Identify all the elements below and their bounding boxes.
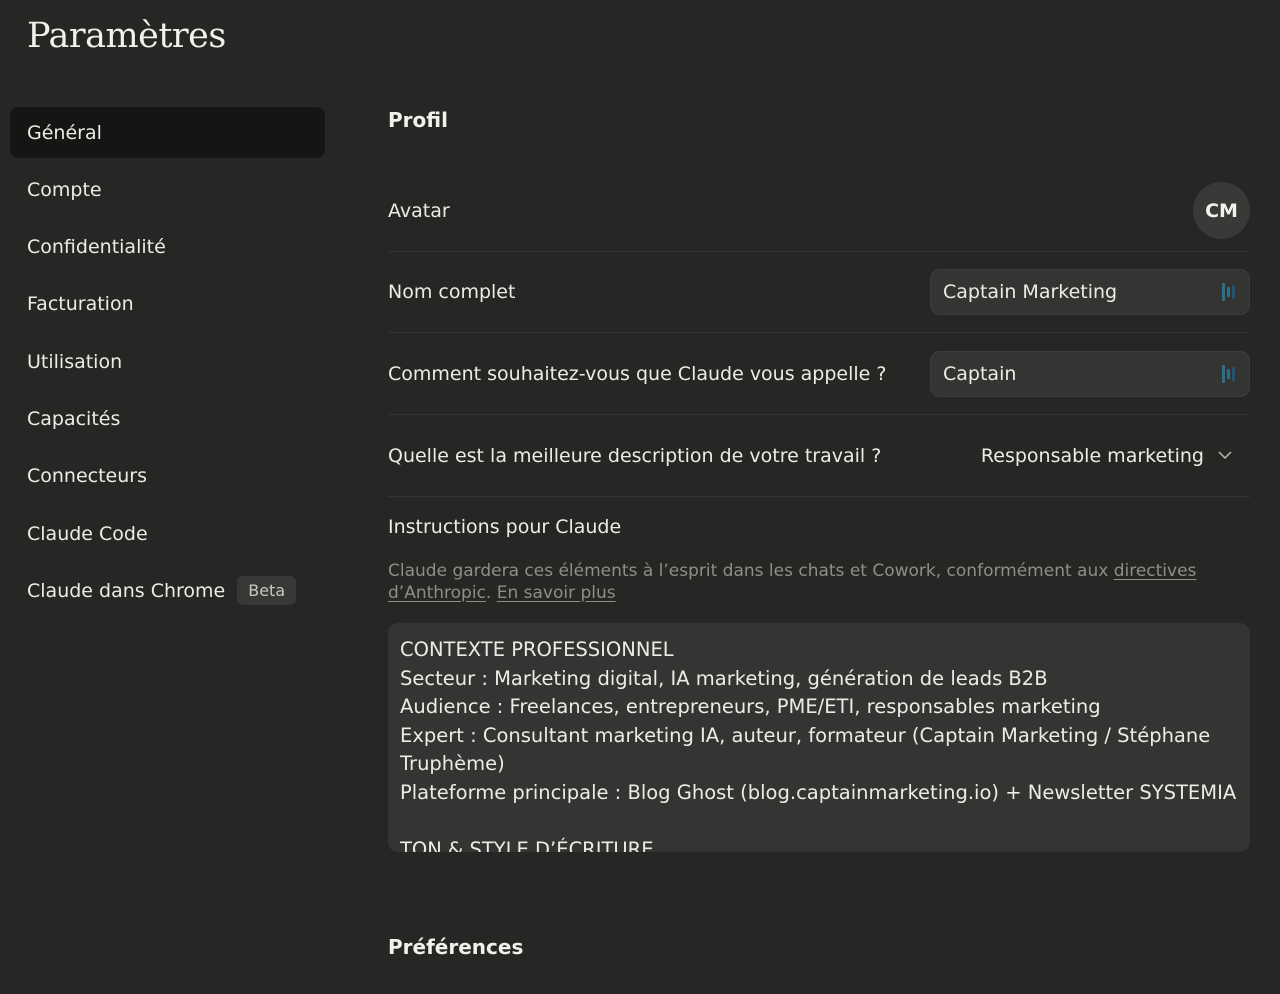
chevron-down-icon — [1218, 451, 1232, 460]
sidebar-item-label: Capacités — [27, 407, 121, 430]
sidebar-item-label: Connecteurs — [27, 465, 148, 488]
instructions-description-text: Claude gardera ces éléments à l’esprit d… — [388, 561, 1114, 581]
sidebar-item-general[interactable]: Général — [10, 107, 325, 158]
sidebar-item-connectors[interactable]: Connecteurs — [10, 451, 325, 502]
full-name-field — [930, 268, 1250, 315]
sidebar-item-privacy[interactable]: Confidentialité — [10, 222, 325, 273]
learn-more-link[interactable]: En savoir plus — [497, 583, 616, 603]
sidebar-item-billing[interactable]: Facturation — [10, 279, 325, 330]
work-description-dropdown[interactable]: Responsable marketing — [981, 445, 1250, 467]
sidebar-item-account[interactable]: Compte — [10, 164, 325, 215]
avatar-row: Avatar CM — [388, 170, 1250, 252]
preferences-section-title: Préférences — [388, 935, 524, 959]
sidebar-item-label: Confidentialité — [27, 236, 166, 259]
sidebar-item-claude-in-chrome[interactable]: Claude dans Chrome Beta — [10, 565, 325, 616]
nickname-field — [930, 350, 1250, 397]
instructions-description: Claude gardera ces éléments à l’esprit d… — [388, 560, 1228, 604]
instructions-description-sep: . — [485, 583, 497, 603]
sidebar-item-label: Claude dans Chrome — [27, 579, 226, 602]
full-name-row: Nom complet — [388, 251, 1250, 333]
sidebar-item-usage[interactable]: Utilisation — [10, 336, 325, 387]
work-description-value: Responsable marketing — [980, 444, 1204, 467]
instructions-title: Instructions pour Claude — [388, 516, 622, 538]
sidebar-item-label: Compte — [27, 178, 102, 201]
nickname-row: Comment souhaitez-vous que Claude vous a… — [388, 333, 1250, 415]
sidebar-item-capabilities[interactable]: Capacités — [10, 393, 325, 444]
password-manager-icon[interactable] — [1221, 363, 1237, 385]
work-description-row: Quelle est la meilleure description de v… — [388, 415, 1250, 497]
nickname-input[interactable] — [943, 362, 1203, 385]
work-description-label: Quelle est la meilleure description de v… — [388, 444, 882, 467]
avatar[interactable]: CM — [1193, 182, 1250, 239]
password-manager-icon[interactable] — [1221, 281, 1237, 303]
sidebar-item-label: Utilisation — [27, 350, 123, 373]
settings-sidebar: Général Compte Confidentialité Facturati… — [10, 107, 325, 623]
page-title: Paramètres — [27, 16, 226, 56]
nickname-label: Comment souhaitez-vous que Claude vous a… — [388, 362, 887, 385]
profile-section-title: Profil — [388, 108, 448, 132]
beta-badge: Beta — [237, 576, 297, 606]
sidebar-item-label: Général — [27, 121, 102, 144]
full-name-label: Nom complet — [388, 280, 516, 303]
sidebar-item-claude-code[interactable]: Claude Code — [10, 508, 325, 559]
sidebar-item-label: Claude Code — [27, 522, 148, 545]
sidebar-item-label: Facturation — [27, 293, 134, 316]
instructions-textarea[interactable]: CONTEXTE PROFESSIONNEL Secteur : Marketi… — [388, 623, 1250, 852]
full-name-input[interactable] — [943, 280, 1203, 303]
avatar-initials: CM — [1205, 199, 1238, 222]
avatar-label: Avatar — [388, 199, 450, 222]
